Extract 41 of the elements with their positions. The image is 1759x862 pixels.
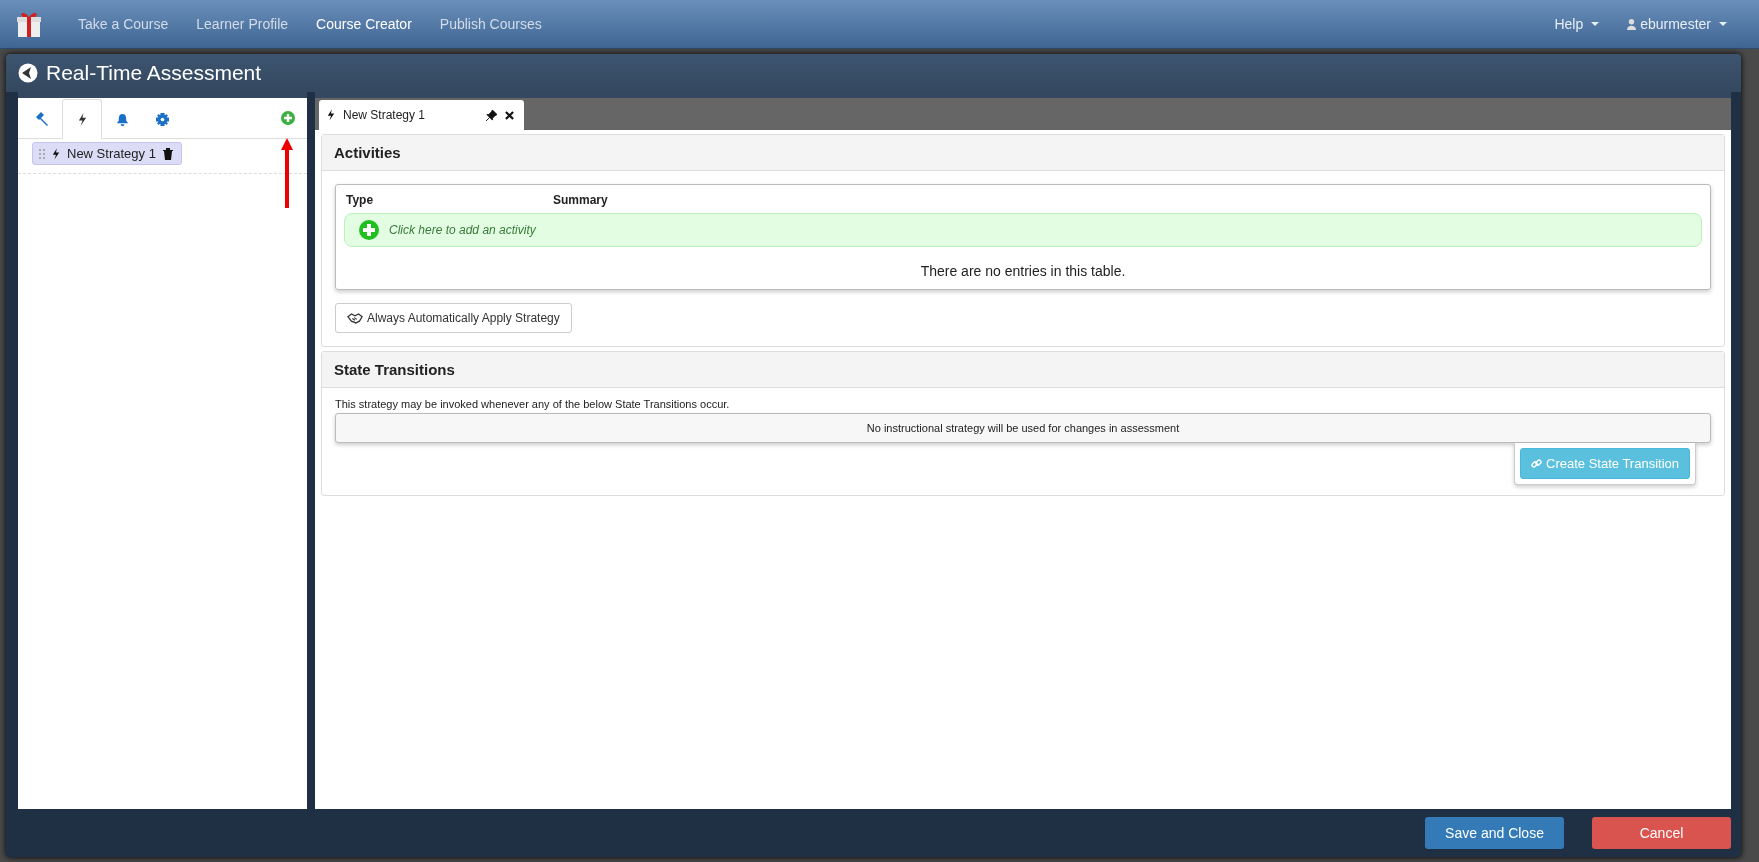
- link-icon: [1531, 458, 1543, 469]
- empty-table-message: There are no entries in this table.: [919, 262, 1127, 281]
- empty-transitions-message: No instructional strategy will be used for changes in assessment: [335, 413, 1711, 443]
- user-menu[interactable]: eburmester: [1613, 16, 1741, 32]
- drag-handle-icon[interactable]: [39, 148, 45, 159]
- bolt-icon: [327, 109, 335, 121]
- nav-link[interactable]: Course Creator: [302, 16, 426, 32]
- bolt-icon: [77, 112, 87, 126]
- modal-title: Real-Time Assessment: [46, 61, 262, 85]
- apply-strategy-button[interactable]: Always Automatically Apply Strategy: [335, 303, 572, 333]
- create-transition-button[interactable]: Create State Transition: [1520, 448, 1690, 479]
- add-activity-text: Click here to add an activity: [389, 223, 536, 237]
- save-and-close-button[interactable]: Save and Close: [1425, 817, 1564, 849]
- hammer-icon: [35, 112, 49, 126]
- panel-heading: State Transitions: [322, 352, 1724, 388]
- help-menu[interactable]: Help: [1540, 16, 1614, 32]
- document-tab[interactable]: New Strategy 1: [319, 100, 524, 130]
- column-header: Type: [345, 193, 375, 209]
- strategy-item[interactable]: New Strategy 1: [32, 142, 182, 165]
- add-activity-row[interactable]: Click here to add an activity: [344, 213, 1702, 247]
- panel-heading: Activities: [322, 135, 1724, 171]
- cancel-button[interactable]: Cancel: [1592, 817, 1731, 849]
- strategy-name: New Strategy 1: [67, 146, 156, 161]
- trash-icon[interactable]: [162, 147, 173, 160]
- close-icon[interactable]: [505, 110, 514, 120]
- column-header: Summary: [552, 193, 608, 209]
- bell-icon: [115, 112, 129, 126]
- add-icon: [359, 220, 379, 240]
- tab-label: New Strategy 1: [343, 108, 427, 122]
- settings-icon: [155, 112, 169, 126]
- add-icon[interactable]: [281, 111, 295, 125]
- handshake-icon: [347, 312, 363, 324]
- logo-icon: [18, 63, 38, 83]
- arrow-drawing: [281, 138, 293, 208]
- nav-link[interactable]: Learner Profile: [182, 16, 303, 32]
- description-text: This strategy may be invoked whenever any of the below State Transitions occur.: [335, 398, 731, 410]
- bolt-icon: [52, 147, 60, 160]
- user-icon: [1627, 18, 1637, 30]
- pin-icon[interactable]: [486, 109, 497, 121]
- nav-link[interactable]: Publish Courses: [425, 16, 556, 32]
- nav-link[interactable]: Take a Course: [64, 16, 183, 32]
